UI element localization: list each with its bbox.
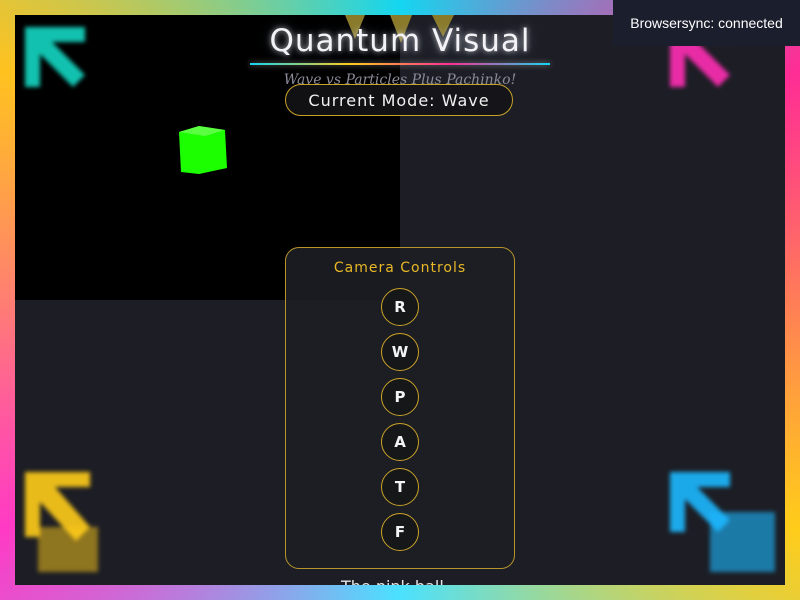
camera-controls-panel: Camera Controls R W P A T F [285, 247, 515, 569]
arrow-up-left-icon [25, 472, 98, 572]
browsersync-notification: Browsersync: connected [613, 0, 800, 46]
footer-description: The pink ball... [15, 577, 785, 585]
camera-button-t[interactable]: T [381, 468, 419, 506]
mode-indicator[interactable]: Current Mode: Wave [285, 84, 513, 116]
camera-button-f[interactable]: F [381, 513, 419, 551]
arrow-up-left-icon [670, 472, 775, 572]
camera-button-p[interactable]: P [381, 378, 419, 416]
camera-button-r[interactable]: R [381, 288, 419, 326]
cube-icon [179, 126, 227, 174]
camera-controls-title: Camera Controls [333, 260, 467, 276]
camera-button-a[interactable]: A [381, 423, 419, 461]
camera-button-w[interactable]: W [381, 333, 419, 371]
title-underline [250, 63, 550, 65]
camera-button-list: R W P A T F [286, 288, 514, 558]
app-viewport: Quantum Visual Wave vs Particles Plus Pa… [15, 15, 785, 585]
